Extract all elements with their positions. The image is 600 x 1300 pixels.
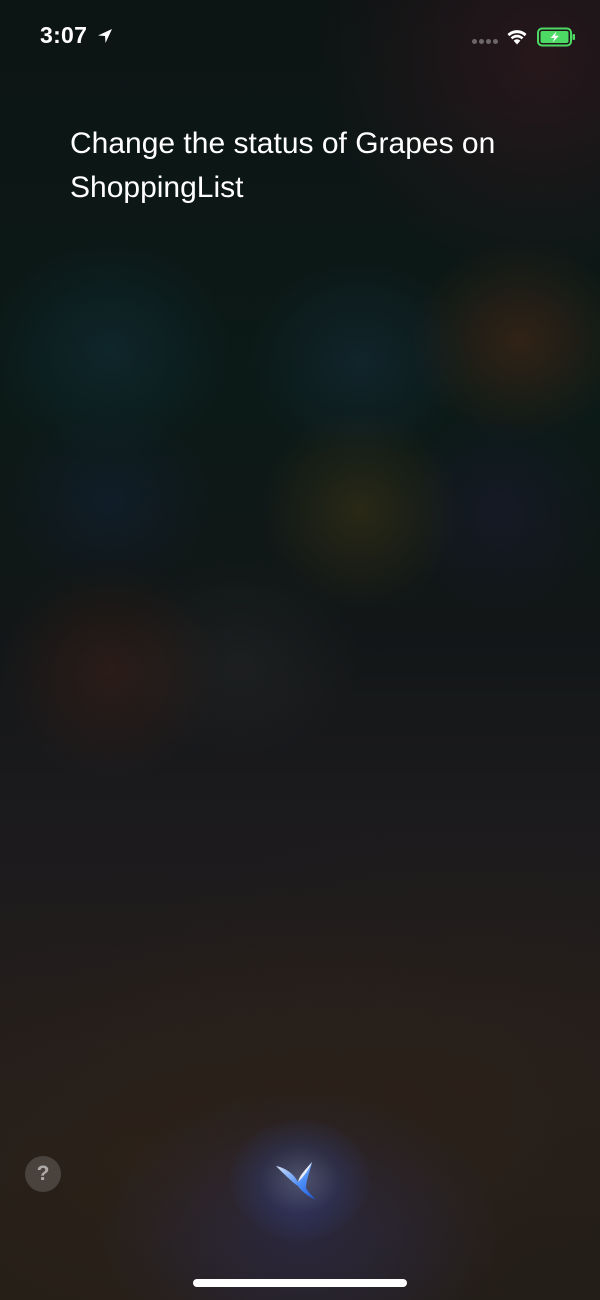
siri-orb-icon[interactable] bbox=[272, 1152, 324, 1204]
cellular-signal-icon bbox=[472, 39, 498, 45]
siri-query-text: Change the status of Grapes on ShoppingL… bbox=[70, 127, 496, 204]
wifi-icon bbox=[507, 30, 527, 45]
home-indicator[interactable] bbox=[193, 1279, 407, 1287]
help-button[interactable]: ? bbox=[25, 1156, 61, 1192]
siri-screen: 3:07 Change the status of Grapes on Shop… bbox=[0, 0, 600, 1300]
status-time: 3:07 bbox=[40, 22, 88, 48]
battery-charging-icon bbox=[537, 27, 575, 47]
status-bar: 3:07 bbox=[0, 0, 600, 76]
location-arrow-icon bbox=[98, 29, 112, 43]
